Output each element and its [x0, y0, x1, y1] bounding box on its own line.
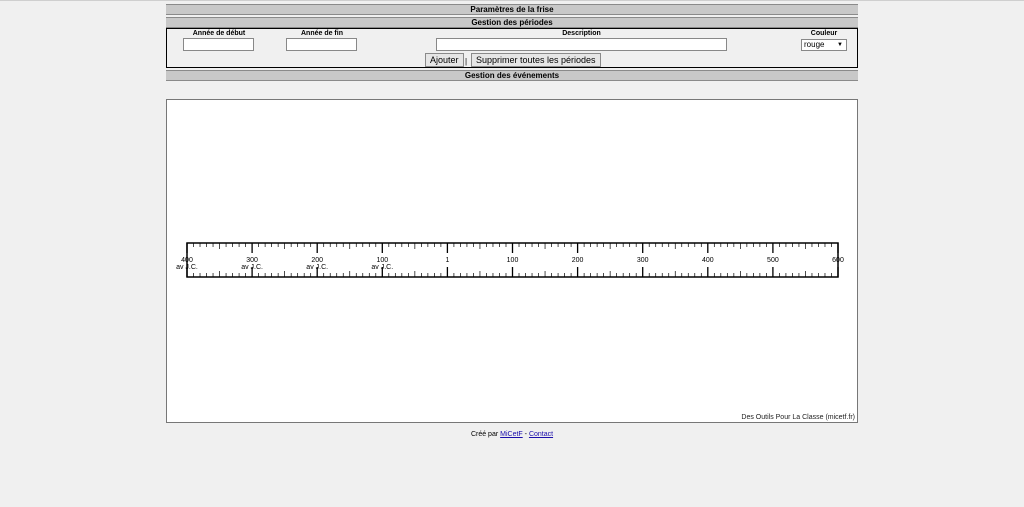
tick-sublabel: av J.C.	[306, 264, 328, 271]
start-year-label: Année de début	[192, 30, 246, 37]
button-separator: |	[465, 57, 468, 66]
section-header-parametres[interactable]: Paramètres de la frise	[166, 4, 858, 15]
periods-form: Année de début Année de fin Description …	[166, 28, 858, 68]
tick-label: 300	[246, 257, 258, 264]
timeline-canvas: 400 av J.C. 300 av J.C. 200 av J.C. 100 av J.C.…	[166, 99, 858, 423]
timeline-svg: 400av J.C.300av J.C.200av J.C.100av J.C.…	[176, 242, 844, 278]
delete-all-periods-button[interactable]: Supprimer toutes les périodes	[471, 53, 601, 67]
color-label: Couleur	[810, 30, 838, 37]
tick-label: 100	[507, 257, 519, 264]
settings-container: Paramètres de la frise Gestion des pério…	[166, 4, 858, 81]
description-input[interactable]	[436, 38, 727, 51]
end-year-input[interactable]	[286, 38, 357, 51]
top-border	[0, 0, 1024, 1]
color-select-value: rouge	[804, 40, 825, 49]
add-button[interactable]: Ajouter	[425, 53, 464, 67]
tick-sublabel: av J.C.	[371, 264, 393, 271]
tick-label: 400	[181, 257, 193, 264]
tick-label: 200	[572, 257, 584, 264]
tick-sublabel: av J.C.	[176, 264, 198, 271]
section-header-evenements[interactable]: Gestion des événements	[166, 70, 858, 81]
tick-label: 100	[376, 257, 388, 264]
author-link[interactable]: MiCetF	[500, 431, 523, 438]
footer-prefix: Créé par	[470, 431, 499, 438]
tick-label: 400	[702, 257, 714, 264]
tick-sublabel: av J.C.	[241, 264, 263, 271]
tick-label: 600	[832, 257, 844, 264]
section-header-periodes[interactable]: Gestion des périodes	[166, 17, 858, 28]
footer-dash: -	[524, 431, 527, 438]
credit-text: Des Outils Pour La Classe (micetf.fr)	[741, 414, 855, 421]
contact-link[interactable]: Contact	[529, 431, 553, 438]
start-year-input[interactable]	[183, 38, 254, 51]
timeline-ticks: 400av J.C.300av J.C.200av J.C.100av J.C.…	[176, 243, 844, 277]
tick-label: 300	[637, 257, 649, 264]
tick-label: 1	[445, 257, 449, 264]
tick-label: 500	[767, 257, 779, 264]
description-label: Description	[562, 30, 601, 37]
tick-label: 200	[311, 257, 323, 264]
end-year-label: Année de fin	[300, 30, 343, 37]
color-select[interactable]: rouge ▼	[801, 39, 847, 51]
chevron-down-icon: ▼	[837, 42, 843, 48]
footer: Créé par MiCetF - Contact	[0, 431, 1024, 438]
